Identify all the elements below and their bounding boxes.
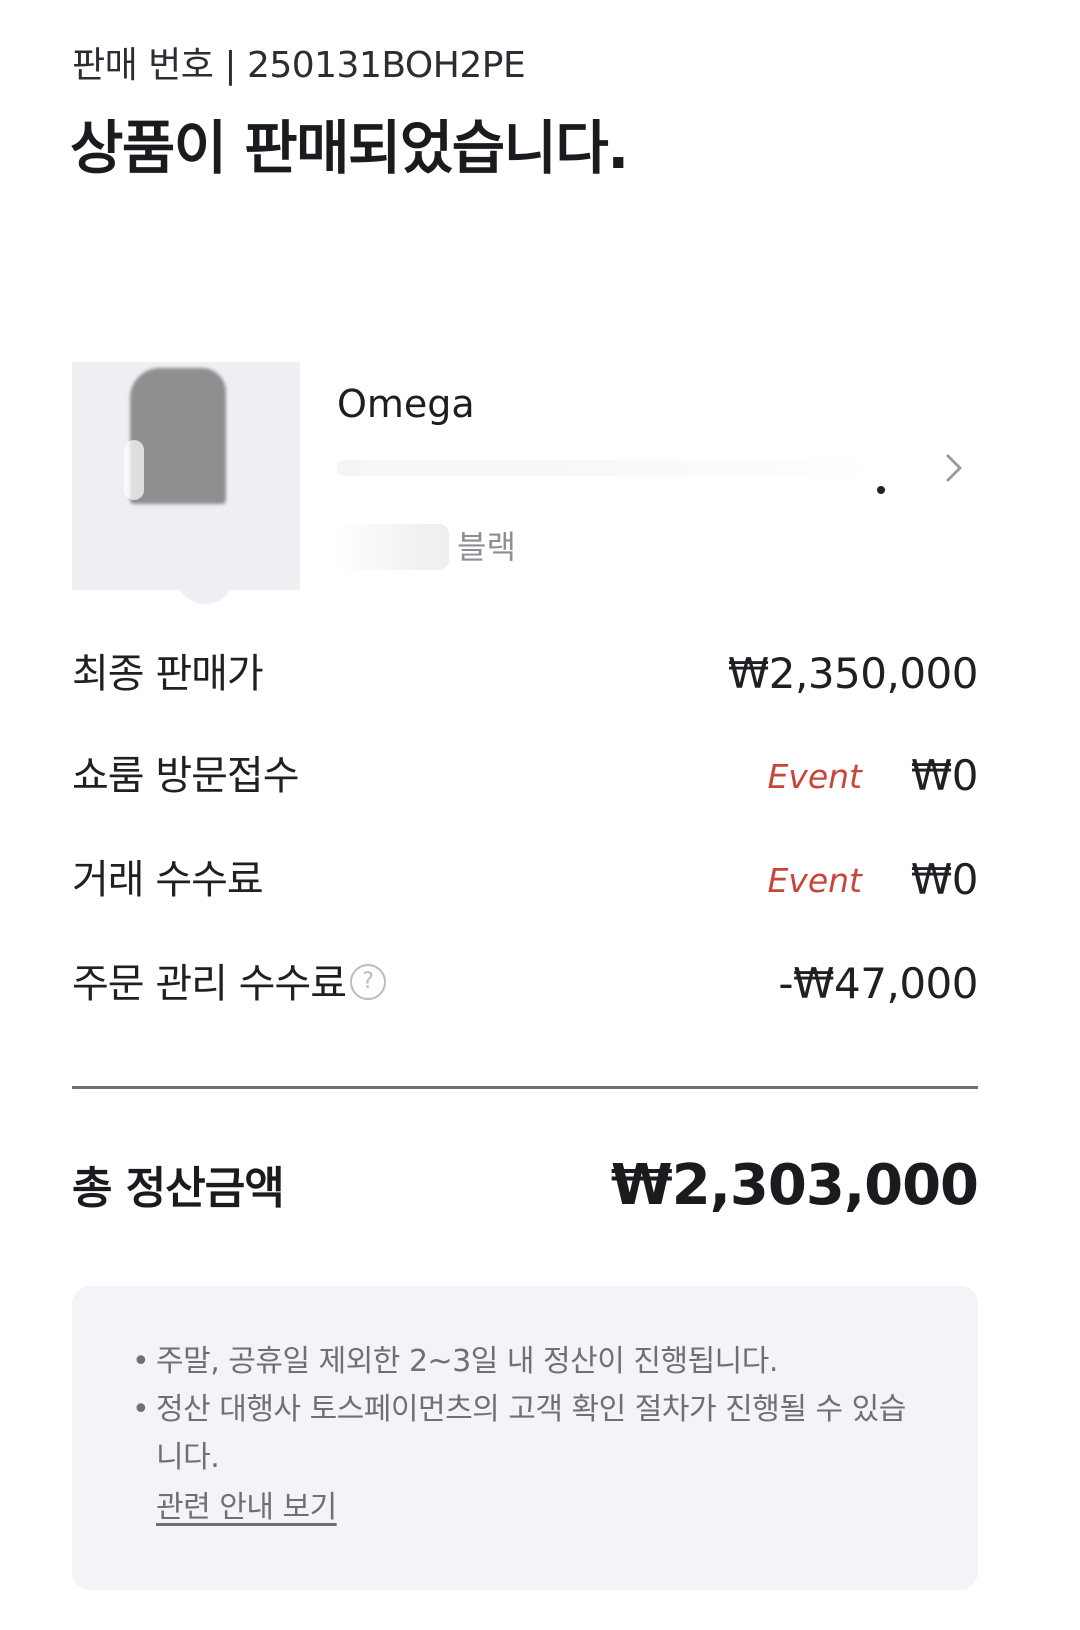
page-title: 상품이 판매되었습니다. bbox=[70, 114, 629, 182]
chevron-right-icon[interactable] bbox=[938, 452, 970, 484]
product-card[interactable]: Omega 블랙 bbox=[72, 362, 978, 604]
order-fee-label: 주문 관리 수수료 bbox=[72, 961, 347, 1007]
product-option: 블랙 bbox=[457, 528, 516, 566]
final-price-value: ₩2,350,000 bbox=[727, 649, 979, 698]
product-thumbnail bbox=[72, 362, 300, 604]
notice-item-text: 정산 대행사 토스페이먼츠의 고객 확인 절차가 진행될 수 있습니다. bbox=[156, 1392, 906, 1475]
thumbnail-shadow bbox=[176, 568, 234, 604]
transaction-fee-row: 거래 수수료 Event ₩0 bbox=[72, 850, 979, 910]
product-option-redacted bbox=[337, 524, 449, 570]
showroom-fee-label: 쇼룸 방문접수 bbox=[72, 753, 300, 799]
notice-item-text: 주말, 공휴일 제외한 2~3일 내 정산이 진행됩니다. bbox=[156, 1344, 778, 1379]
total-settlement-label: 총 정산금액 bbox=[72, 1163, 285, 1214]
transaction-fee-label: 거래 수수료 bbox=[72, 857, 264, 903]
product-brand: Omega bbox=[337, 382, 475, 426]
help-icon[interactable]: ? bbox=[350, 964, 387, 1000]
order-fee-row: 주문 관리 수수료? -₩47,000 bbox=[72, 954, 978, 1014]
related-info-link[interactable]: 관련 안내 보기 bbox=[156, 1484, 337, 1532]
notice-item: • 주말, 공휴일 제외한 2~3일 내 정산이 진행됩니다. bbox=[128, 1338, 928, 1386]
final-price-row: 최종 판매가 ₩2,350,000 bbox=[72, 644, 979, 704]
showroom-fee-row: 쇼룸 방문접수 Event ₩0 bbox=[72, 746, 979, 806]
transaction-fee-value: ₩0 bbox=[910, 855, 979, 904]
showroom-fee-value: ₩0 bbox=[910, 751, 979, 800]
product-image-edge bbox=[124, 440, 144, 500]
settlement-notice: • 주말, 공휴일 제외한 2~3일 내 정산이 진행됩니다. • 정산 대행사 토… bbox=[72, 1286, 978, 1590]
total-settlement-value: ₩2,303,000 bbox=[610, 1153, 979, 1218]
bullet-icon: • bbox=[132, 1392, 150, 1427]
showroom-event-badge: Event bbox=[767, 757, 862, 796]
final-price-label: 최종 판매가 bbox=[72, 651, 264, 697]
bullet-icon: • bbox=[132, 1344, 150, 1379]
product-name-redacted bbox=[337, 460, 877, 476]
notice-list: • 주말, 공휴일 제외한 2~3일 내 정산이 진행됩니다. • 정산 대행사 토… bbox=[128, 1338, 928, 1482]
product-image-blurred bbox=[130, 368, 226, 504]
transaction-event-badge: Event bbox=[767, 861, 862, 900]
divider bbox=[72, 1086, 978, 1089]
product-name-redacted-dot bbox=[877, 486, 885, 494]
sale-number: 판매 번호 | 250131BOH2PE bbox=[72, 45, 526, 86]
order-fee-label-wrap: 주문 관리 수수료? bbox=[72, 954, 387, 1014]
order-fee-value: -₩47,000 bbox=[778, 959, 978, 1008]
notice-item: • 정산 대행사 토스페이먼츠의 고객 확인 절차가 진행될 수 있습니다. bbox=[128, 1386, 928, 1482]
